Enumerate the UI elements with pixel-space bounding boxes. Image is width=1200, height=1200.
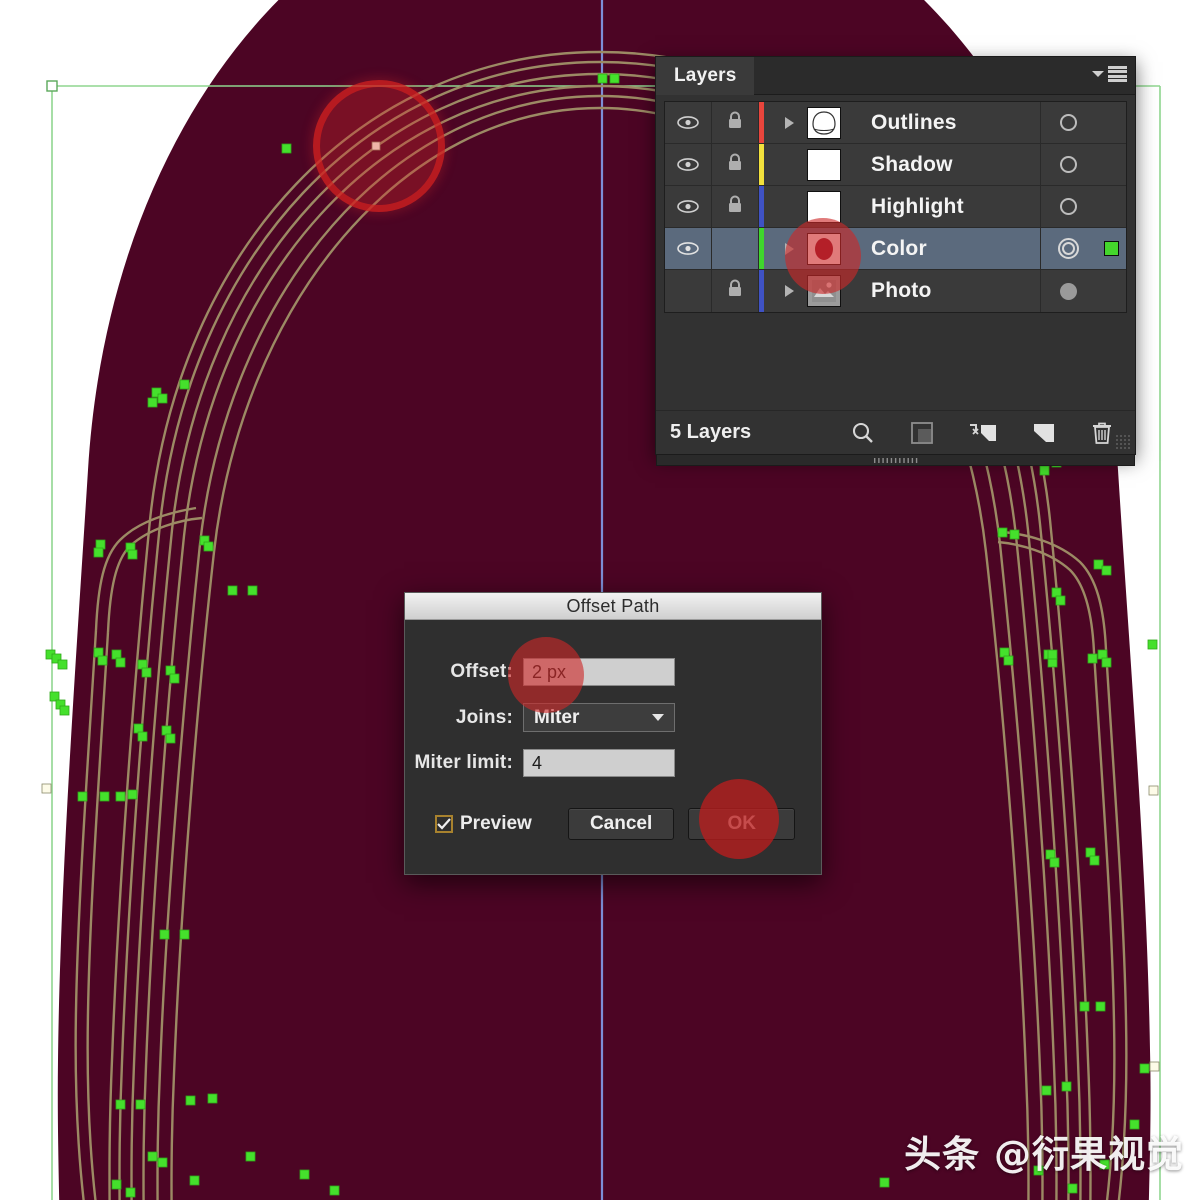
lock-toggle[interactable] [712,186,759,227]
offset-label: Offset: [450,661,513,682]
selection-indicator[interactable] [1096,241,1126,256]
ok-button[interactable]: OK [688,808,795,840]
panel-menu-icon[interactable] [1092,66,1127,82]
lock-toggle[interactable] [712,270,759,312]
dialog-titlebar[interactable]: Offset Path [405,593,821,620]
joins-label: Joins: [455,706,513,728]
layer-count-label: 5 Layers [670,421,752,443]
layer-thumbnail [807,232,859,265]
preview-label: Preview [460,813,532,834]
panel-resize-grip[interactable] [1115,434,1131,450]
dialog-footer: Preview Cancel OK [405,794,821,840]
target-circle-icon [1060,114,1077,131]
hamburger-icon [1108,66,1127,82]
target-indicator[interactable] [1040,228,1096,269]
layer-color-bar [759,270,771,312]
tab-layers[interactable]: Layers [656,56,755,95]
layer-thumbnail [807,190,859,223]
target-indicator[interactable] [1040,270,1096,312]
joins-field-row: Joins: Miter [405,703,793,732]
panel-drag-handle[interactable] [656,454,1135,466]
layer-row-highlight[interactable]: Highlight [665,186,1126,228]
eye-icon [677,158,699,171]
chevron-down-icon [652,714,664,721]
target-indicator[interactable] [1040,102,1096,143]
visibility-toggle[interactable] [665,270,712,312]
lock-icon [727,111,743,135]
chevron-down-icon [1092,71,1104,77]
disclosure-triangle[interactable] [771,285,807,297]
disclosure-triangle[interactable] [771,116,807,129]
locate-object-icon[interactable] [851,421,875,445]
visibility-toggle[interactable] [665,228,712,269]
miter-limit-label: Miter limit: [414,752,513,773]
bbox-handle-top-left [46,80,58,92]
preview-checkbox-wrap[interactable]: Preview [435,813,532,835]
lock-icon [727,153,743,177]
layers-panel-tabbar: Layers [656,56,1135,95]
offset-field-row: Offset: 2 px [405,658,793,686]
lock-icon [727,195,743,219]
miter-limit-field-row: Miter limit: 4 [405,749,793,777]
layers-panel[interactable]: Layers Outlines Shadow Highlight Color P… [655,56,1136,466]
target-indicator[interactable] [1040,144,1096,185]
layer-color-bar [759,144,771,185]
make-clipping-mask-icon[interactable] [911,421,933,444]
layer-row-outlines[interactable]: Outlines [665,102,1126,144]
offset-path-dialog[interactable]: Offset Path Offset: 2 px Joins: Miter Mi… [404,592,822,875]
visibility-toggle[interactable] [665,186,712,227]
disclosure-triangle[interactable] [771,242,807,255]
triangle-right-icon [784,242,794,255]
target-circle-icon [1060,156,1077,173]
lock-toggle[interactable] [712,144,759,185]
dialog-body: Offset: 2 px Joins: Miter Miter limit: 4 [405,620,821,777]
check-icon [437,818,451,830]
layer-color-bar [759,228,771,269]
offset-input[interactable]: 2 px [523,658,675,686]
layer-name[interactable]: Shadow [859,153,1040,177]
dialog-title-label: Offset Path [566,595,660,616]
visibility-toggle[interactable] [665,144,712,185]
layers-panel-footer: 5 Layers [656,410,1135,454]
target-circle-double-icon [1058,238,1079,259]
tab-layers-label: Layers [674,64,737,86]
lock-toggle[interactable] [712,228,759,269]
lock-icon [727,279,743,303]
lock-toggle[interactable] [712,102,759,143]
target-circle-icon [1060,198,1077,215]
triangle-right-icon [784,285,794,297]
target-indicator[interactable] [1040,186,1096,227]
layer-name[interactable]: Photo [859,279,1040,303]
selection-square-icon [1103,241,1119,256]
preview-checkbox[interactable] [435,815,453,833]
visibility-toggle[interactable] [665,102,712,143]
watermark: 头条 @衍果视觉 [904,1133,1184,1176]
create-new-layer-icon[interactable] [1033,422,1055,444]
layer-thumbnail [807,148,859,181]
triangle-right-icon [784,116,794,129]
layer-name[interactable]: Color [859,237,1040,261]
layers-list[interactable]: Outlines Shadow Highlight Color Photo [664,101,1127,313]
layer-row-photo[interactable]: Photo [665,270,1126,312]
joins-select-value: Miter [534,706,580,728]
layer-row-color[interactable]: Color [665,228,1126,270]
eye-icon [677,242,699,255]
layer-thumbnail [807,106,859,139]
eye-icon [677,116,699,129]
target-dot-filled-icon [1060,282,1077,300]
cancel-button[interactable]: Cancel [567,808,675,840]
joins-select[interactable]: Miter [523,703,675,732]
create-new-sublayer-icon[interactable] [969,422,997,444]
miter-limit-input[interactable]: 4 [523,749,675,777]
eye-icon [677,200,699,213]
layer-name[interactable]: Highlight [859,195,1040,219]
layer-color-bar [759,102,771,143]
layer-color-bar [759,186,771,227]
delete-selection-icon[interactable] [1091,421,1113,445]
layer-thumbnail [807,275,859,307]
layer-row-shadow[interactable]: Shadow [665,144,1126,186]
layer-name[interactable]: Outlines [859,111,1040,135]
